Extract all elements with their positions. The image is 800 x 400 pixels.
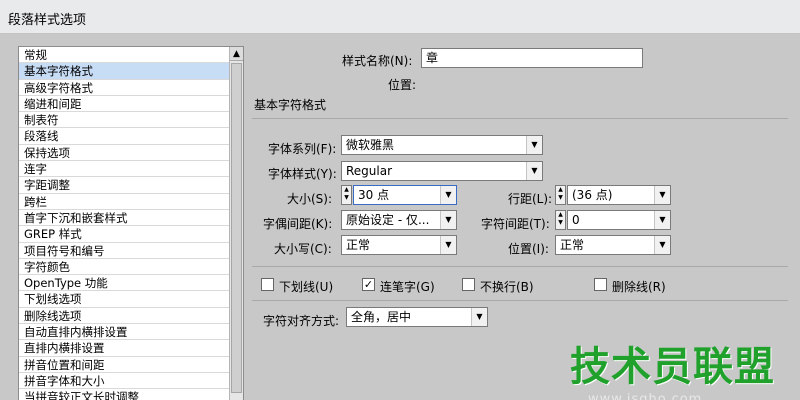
chevron-down-icon: ▼: [440, 236, 456, 254]
nobreak-checkbox[interactable]: [462, 278, 475, 291]
case-select[interactable]: 正常 ▼: [341, 235, 457, 255]
alignment-label: 字符对齐方式:: [263, 314, 340, 328]
kerning-label: 字偶间距(K):: [263, 217, 333, 231]
case-value: 正常: [346, 238, 371, 252]
font-style-label: 字体样式(Y):: [268, 167, 337, 181]
section-divider: [252, 118, 788, 119]
kerning-select[interactable]: 原始设定 - 仅... ▼: [341, 210, 457, 230]
sidebar-item[interactable]: 制表符: [19, 112, 231, 129]
leading-stepper-icon[interactable]: ▲ ▼: [555, 185, 566, 205]
case-label: 大小写(C):: [274, 242, 332, 256]
sidebar-item[interactable]: 拼音位置和间距: [19, 357, 231, 373]
leading-select[interactable]: (36 点) ▼: [567, 185, 671, 205]
style-name-input[interactable]: 章: [421, 48, 643, 68]
watermark-logo-text: 技术员联盟: [570, 344, 775, 390]
size-value: 30 点: [358, 188, 390, 202]
sidebar-item[interactable]: 首字下沉和嵌套样式: [19, 210, 231, 227]
font-style-select[interactable]: Regular ▼: [341, 161, 543, 181]
tracking-stepper-icon[interactable]: ▲ ▼: [555, 210, 566, 230]
site-watermark: 技术员联盟 www.jsgho.com: [570, 334, 790, 400]
sidebar-item[interactable]: 高级字符格式: [19, 80, 231, 96]
section-title: 基本字符格式: [254, 98, 327, 112]
tracking-value: 0: [572, 213, 580, 227]
font-family-select[interactable]: 微软雅黑 ▼: [341, 135, 543, 155]
leading-value: (36 点): [572, 188, 613, 202]
sidebar-item[interactable]: 直排内横排设置: [19, 340, 231, 357]
category-list-items: 常规 基本字符格式 高级字符格式 缩进和间距 制表符 段落线 保持选项 连字 字距调整 跨栏 首字下…: [19, 47, 231, 400]
sidebar-item[interactable]: 常规: [19, 47, 231, 64]
sidebar-item[interactable]: OpenType 功能: [19, 275, 231, 292]
category-list: 常规 基本字符格式 高级字符格式 缩进和间距 制表符 段落线 保持选项 连字 字距调整 跨栏 首字下…: [18, 46, 244, 400]
location-label: 位置:: [388, 78, 417, 92]
window-titlebar: 段落样式选项: [0, 0, 800, 34]
chevron-down-icon: ▼: [440, 211, 456, 229]
underline-label: 下划线(U): [279, 280, 334, 294]
sidebar-item[interactable]: GREP 样式: [19, 226, 231, 243]
ligatures-checkbox[interactable]: ✓: [362, 278, 375, 291]
sidebar-item[interactable]: 项目符号和编号: [19, 243, 231, 259]
sidebar-item[interactable]: 跨栏: [19, 194, 231, 210]
sidebar-item[interactable]: 字符颜色: [19, 259, 231, 276]
scroll-up-icon[interactable]: ▲: [230, 47, 243, 61]
position-select[interactable]: 正常 ▼: [555, 235, 671, 255]
sidebar-item[interactable]: 连字: [19, 161, 231, 178]
scroll-thumb[interactable]: [231, 63, 242, 393]
underline-checkbox[interactable]: [261, 278, 274, 291]
chevron-down-icon: ▼: [526, 162, 542, 180]
leading-label: 行距(L):: [508, 192, 553, 206]
sidebar-item[interactable]: 段落线: [19, 128, 231, 145]
sidebar-item[interactable]: 自动直排内横排设置: [19, 324, 231, 341]
sidebar-item[interactable]: 当拼音较正文长时调整: [19, 389, 231, 400]
chevron-down-icon: ▼: [526, 136, 542, 154]
tracking-select[interactable]: 0 ▼: [567, 210, 671, 230]
options-divider: [252, 266, 788, 267]
paragraph-style-dialog: 常规 基本字符格式 高级字符格式 缩进和间距 制表符 段落线 保持选项 连字 字距调整 跨栏 首字下…: [0, 34, 800, 400]
chevron-down-icon: ▼: [654, 186, 670, 204]
sidebar-item[interactable]: 拼音字体和大小: [19, 373, 231, 390]
kerning-value: 原始设定 - 仅...: [346, 213, 430, 227]
font-family-label: 字体系列(F):: [268, 142, 337, 156]
font-family-value: 微软雅黑: [346, 138, 395, 152]
chevron-down-icon: ▼: [654, 236, 670, 254]
chevron-down-icon: ▼: [471, 308, 487, 326]
tracking-label: 字符间距(T):: [481, 217, 550, 231]
checkmark-icon: ✓: [363, 278, 374, 291]
position-value: 正常: [560, 238, 585, 252]
font-style-value: Regular: [346, 164, 393, 178]
sidebar-item[interactable]: 保持选项: [19, 145, 231, 162]
size-select[interactable]: 30 点 ▼: [353, 185, 457, 205]
sidebar-item[interactable]: 下划线选项: [19, 291, 231, 308]
sidebar-item[interactable]: 缩进和间距: [19, 96, 231, 113]
watermark-url: www.jsgho.com: [588, 392, 703, 400]
sidebar-item[interactable]: 基本字符格式: [19, 63, 231, 80]
strikethrough-label: 删除线(R): [612, 280, 666, 294]
nobreak-label: 不换行(B): [480, 280, 534, 294]
alignment-divider: [252, 300, 788, 301]
sidebar-item[interactable]: 字距调整: [19, 177, 231, 194]
size-stepper-icon[interactable]: ▲ ▼: [341, 185, 352, 205]
strikethrough-checkbox[interactable]: [594, 278, 607, 291]
category-scrollbar[interactable]: ▲: [229, 47, 243, 400]
position-label: 位置(I):: [508, 242, 549, 256]
alignment-select[interactable]: 全角，居中 ▼: [346, 307, 488, 327]
chevron-down-icon: ▼: [440, 186, 456, 204]
ligatures-label: 连笔字(G): [380, 280, 435, 294]
alignment-value: 全角，居中: [351, 310, 412, 324]
chevron-down-icon: ▼: [654, 211, 670, 229]
size-label: 大小(S):: [287, 192, 333, 206]
window-title: 段落样式选项: [8, 13, 87, 28]
style-name-label: 样式名称(N):: [342, 54, 413, 68]
sidebar-item[interactable]: 删除线选项: [19, 308, 231, 325]
